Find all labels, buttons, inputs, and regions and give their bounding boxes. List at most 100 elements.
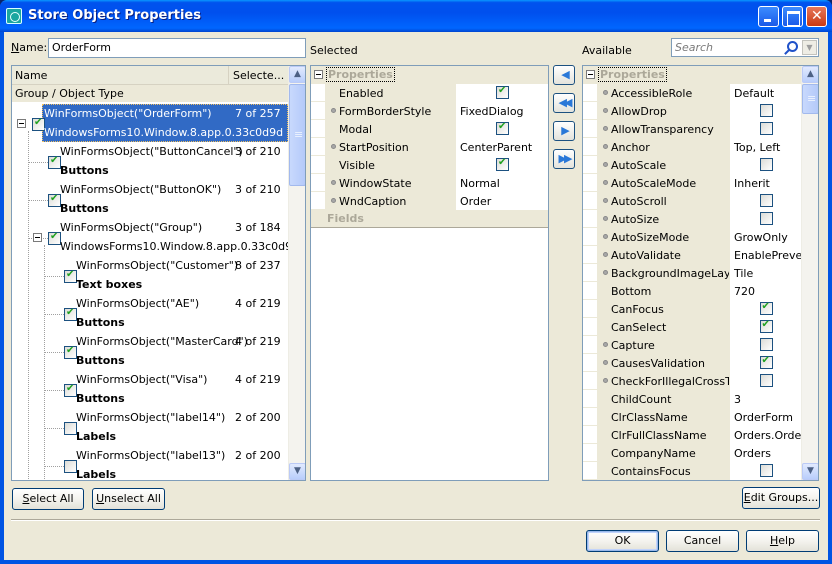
category-fields[interactable]: Fields [311, 210, 548, 228]
column-header-name[interactable]: Name [15, 69, 47, 82]
property-row[interactable]: AutoValidate EnablePreventFocusChange [583, 246, 801, 264]
title-bar[interactable]: Store Object Properties [0, 0, 832, 32]
property-row[interactable]: CausesValidation [583, 354, 801, 372]
property-row[interactable]: ClrFullClassName Orders.OrderForm [583, 426, 801, 444]
property-checkbox[interactable] [759, 338, 773, 351]
property-checkbox[interactable] [759, 301, 773, 315]
tree-item[interactable]: WinFormsObject("ButtonCancel")3 of 210 Bu… [12, 142, 288, 180]
property-row[interactable]: Visible [311, 156, 548, 174]
property-row[interactable]: CanSelect [583, 318, 801, 336]
property-checkbox[interactable] [759, 122, 773, 135]
property-row[interactable]: AutoSize [583, 210, 801, 228]
collapse-toggle[interactable] [33, 233, 42, 242]
property-value[interactable] [455, 84, 548, 102]
search-box[interactable]: Search ▼ [671, 38, 819, 57]
property-row[interactable]: CheckForIllegalCrossThreadCalls [583, 372, 801, 390]
property-row[interactable]: Bottom 720 [583, 282, 801, 300]
property-value[interactable]: Orders.OrderForm [729, 426, 801, 444]
property-value[interactable]: FixedDialog [455, 102, 548, 120]
property-checkbox[interactable] [496, 157, 509, 171]
category-properties[interactable]: Properties [311, 66, 548, 84]
tree-item[interactable]: WinFormsObject("Group") 3 of 184 WindowsFo… [12, 218, 299, 256]
property-row[interactable]: Capture [583, 336, 801, 354]
tree-item[interactable]: WinFormsObject("Customer")8 of 237 Text b… [12, 256, 288, 294]
scroll-thumb[interactable] [289, 84, 305, 186]
category-properties[interactable]: Properties [583, 66, 801, 84]
property-value[interactable] [729, 156, 801, 174]
move-left-button[interactable]: ◀ [553, 65, 575, 85]
property-value[interactable]: 720 [729, 282, 801, 300]
property-checkbox[interactable] [496, 85, 509, 99]
property-row[interactable]: BackgroundImageLayout Tile [583, 264, 801, 282]
property-checkbox[interactable] [759, 374, 773, 387]
column-header-selected[interactable]: Selecte... [233, 69, 284, 82]
scroll-down-button[interactable]: ▼ [289, 463, 305, 480]
property-checkbox[interactable] [496, 121, 509, 135]
property-row[interactable]: WndCaption Order [311, 192, 548, 210]
column-divider[interactable] [228, 66, 229, 85]
property-value[interactable] [455, 120, 548, 138]
name-input[interactable]: OrderForm [48, 38, 306, 58]
property-row[interactable]: Modal [311, 120, 548, 138]
property-checkbox[interactable] [759, 158, 773, 171]
tree-item[interactable]: WinFormsObject("Visa") 4 of 219 Buttons [12, 370, 288, 408]
help-button[interactable]: Help [746, 530, 819, 552]
property-value[interactable] [729, 462, 801, 480]
property-row[interactable]: CanFocus [583, 300, 801, 318]
property-value[interactable] [729, 102, 801, 120]
property-row[interactable]: AccessibleRole Default [583, 84, 801, 102]
scroll-down-button[interactable]: ▼ [802, 463, 818, 480]
move-all-left-button[interactable]: ◀◀ [553, 93, 575, 113]
tree-item[interactable]: WinFormsObject("ButtonOK") 3 of 210 Button… [12, 180, 288, 218]
search-dropdown-button[interactable]: ▼ [802, 40, 817, 55]
property-row[interactable]: AutoScaleMode Inherit [583, 174, 801, 192]
property-row[interactable]: ClrClassName OrderForm [583, 408, 801, 426]
property-row[interactable]: ContainsFocus [583, 462, 801, 480]
property-value[interactable]: Order [455, 192, 548, 210]
property-value[interactable]: EnablePreventFocusChange [729, 246, 801, 264]
property-row[interactable]: StartPosition CenterParent [311, 138, 548, 156]
close-button[interactable] [806, 6, 827, 27]
tree-item[interactable]: WinFormsObject("AE") 4 of 219 Buttons [12, 294, 288, 332]
collapse-toggle[interactable] [17, 119, 26, 128]
property-value[interactable]: Inherit [729, 174, 801, 192]
property-value[interactable] [729, 354, 801, 372]
selected-properties-grid[interactable]: Properties Enabled FormBorderStyle FixedDia… [310, 65, 549, 481]
tree-item[interactable]: WinFormsObject("OrderForm") 7 of 257 Windo… [12, 104, 288, 142]
property-row[interactable]: CompanyName Orders [583, 444, 801, 462]
tree-item[interactable]: WinFormsObject("label13") 2 of 200 Labels [12, 446, 288, 480]
property-value[interactable]: GrowOnly [729, 228, 801, 246]
cancel-button[interactable]: Cancel [666, 530, 739, 552]
object-tree[interactable]: Name Selecte... Group / Object Type WinF… [11, 65, 306, 481]
search-icon[interactable] [787, 41, 798, 52]
property-row[interactable]: FormBorderStyle FixedDialog [311, 102, 548, 120]
property-row[interactable]: AutoSizeMode GrowOnly [583, 228, 801, 246]
search-input[interactable]: Search [675, 41, 713, 54]
property-checkbox[interactable] [759, 212, 773, 225]
property-checkbox[interactable] [759, 319, 773, 333]
scroll-thumb[interactable] [802, 84, 818, 114]
property-value[interactable]: OrderForm [729, 408, 801, 426]
move-right-button[interactable]: ▶ [553, 121, 575, 141]
unselect-all-button[interactable]: Unselect All [92, 488, 165, 510]
property-value[interactable]: Default [729, 84, 801, 102]
property-value[interactable] [729, 336, 801, 354]
move-all-right-button[interactable]: ▶▶ [553, 149, 575, 169]
property-row[interactable]: WindowState Normal [311, 174, 548, 192]
property-value[interactable] [729, 210, 801, 228]
minimize-button[interactable] [758, 6, 779, 27]
property-value[interactable]: Orders [729, 444, 801, 462]
property-value[interactable] [729, 300, 801, 318]
property-value[interactable] [729, 318, 801, 336]
property-value[interactable] [729, 372, 801, 390]
property-checkbox[interactable] [759, 104, 773, 117]
available-properties-grid[interactable]: Properties AccessibleRole Default AllowDrop… [582, 65, 819, 481]
property-value[interactable] [729, 120, 801, 138]
tree-item[interactable]: WinFormsObject("MasterCard")4 of 219 Butt… [12, 332, 288, 370]
select-all-button[interactable]: Select All [12, 488, 84, 510]
edit-groups-button[interactable]: Edit Groups... [742, 487, 820, 509]
property-checkbox[interactable] [759, 464, 773, 477]
property-row[interactable]: AllowDrop [583, 102, 801, 120]
ok-button[interactable]: OK [586, 530, 659, 552]
property-row[interactable]: Enabled [311, 84, 548, 102]
